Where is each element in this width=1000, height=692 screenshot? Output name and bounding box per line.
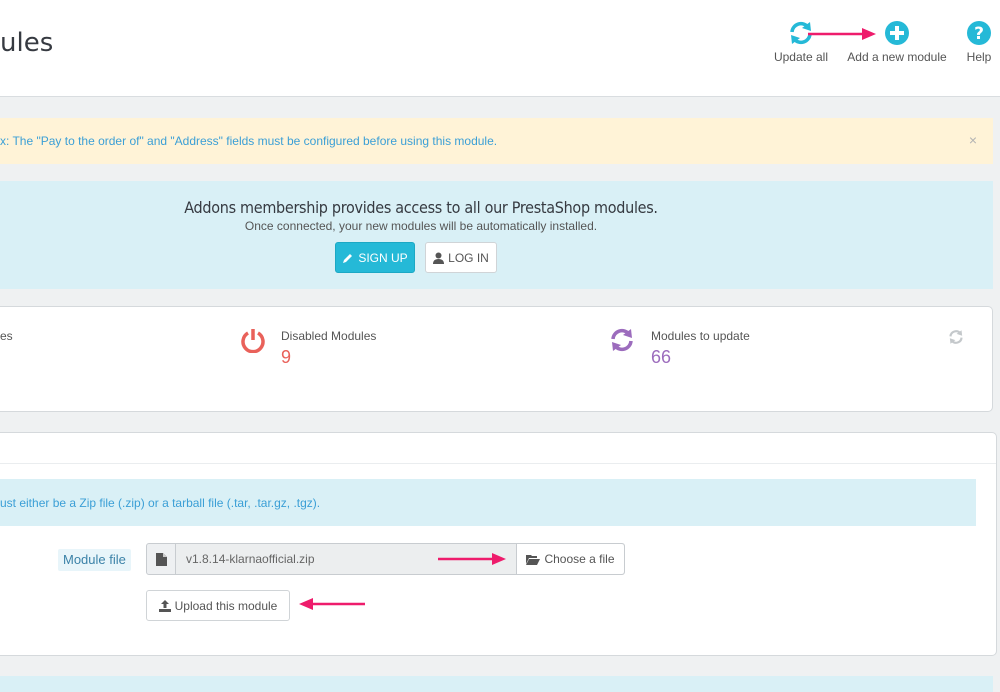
annotation-arrow-icon	[438, 553, 506, 565]
refresh-icon[interactable]	[948, 329, 964, 345]
modules-to-update-label: Modules to update	[651, 329, 750, 343]
upload-info-text: ust either be a Zip file (.zip) or a tar…	[0, 496, 321, 510]
help-button[interactable]: ? Help	[963, 20, 995, 64]
log-in-button[interactable]: LOG IN	[425, 242, 497, 273]
module-file-input[interactable]: v1.8.14-klarnaofficial.zip Choose a file	[146, 543, 625, 575]
user-icon	[433, 252, 445, 264]
upload-icon	[158, 599, 171, 612]
upload-info-alert: ust either be a Zip file (.zip) or a tar…	[0, 479, 976, 526]
addons-banner: Addons membership provides access to all…	[0, 181, 993, 289]
upload-module-label: Upload this module	[174, 598, 278, 613]
addons-subtitle: Once connected, your new modules will be…	[244, 219, 598, 233]
plus-circle-icon	[885, 21, 909, 45]
help-label: Help	[966, 50, 992, 64]
sign-up-button[interactable]: SIGN UP	[335, 242, 415, 273]
warning-alert: x: The "Pay to the order of" and "Addres…	[0, 118, 993, 164]
page-title: ules	[0, 28, 54, 58]
upload-module-panel: ust either be a Zip file (.zip) or a tar…	[0, 432, 997, 656]
help-icon: ?	[967, 21, 991, 45]
module-stats-panel: es Disabled Modules 9 Modules to update …	[0, 306, 993, 412]
file-icon	[155, 552, 167, 566]
modules-to-update-count: 66	[651, 347, 672, 367]
disabled-modules-label: Disabled Modules	[281, 329, 377, 343]
add-new-module-label: Add a new module	[847, 50, 947, 64]
svg-text:?: ?	[974, 24, 984, 44]
update-all-label: Update all	[773, 50, 829, 64]
annotation-arrow-icon	[299, 598, 365, 610]
disabled-modules-count: 9	[281, 347, 292, 367]
folder-open-icon	[526, 554, 541, 565]
sign-up-label: SIGN UP	[358, 250, 408, 265]
choose-file-button[interactable]: Choose a file	[517, 544, 624, 574]
log-in-label: LOG IN	[448, 250, 489, 265]
choose-file-label: Choose a file	[544, 552, 615, 566]
upload-module-button[interactable]: Upload this module	[146, 590, 290, 621]
refresh-icon	[611, 328, 633, 352]
file-icon-box	[147, 544, 176, 574]
page-header: ules Update all Add a new module ? Help	[0, 0, 1000, 97]
bottom-info-strip	[0, 676, 993, 692]
module-file-label: Module file	[58, 549, 131, 571]
pencil-icon	[343, 253, 353, 263]
addons-title: Addons membership provides access to all…	[184, 198, 658, 217]
stat-first-label: es	[0, 329, 13, 343]
power-icon	[241, 329, 265, 353]
close-icon[interactable]: ×	[969, 132, 977, 148]
warning-text: x: The "Pay to the order of" and "Addres…	[0, 134, 498, 148]
annotation-arrow-icon	[808, 28, 876, 40]
panel-divider	[0, 463, 996, 464]
